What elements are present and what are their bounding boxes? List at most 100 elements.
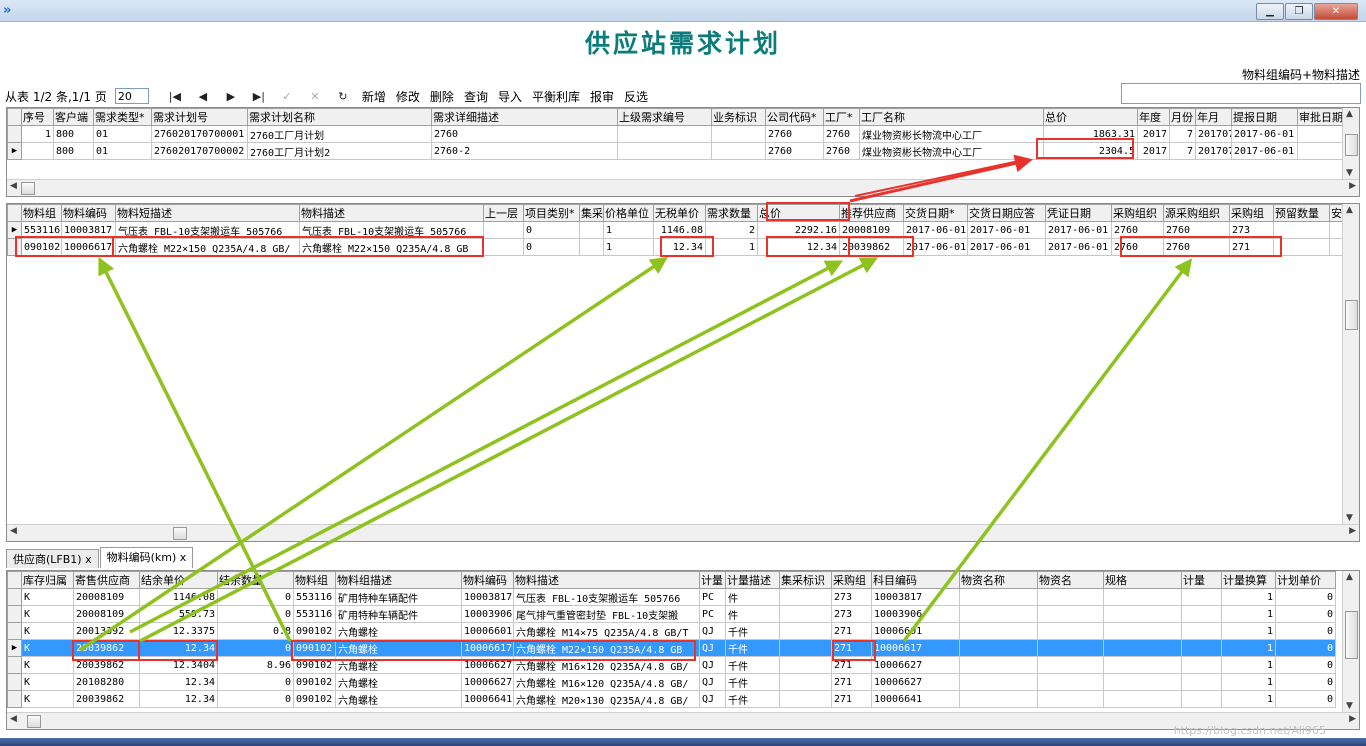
table-cell[interactable]: 1 [603,238,654,256]
table-cell[interactable]: 0.8 [217,622,294,640]
table-cell[interactable]: 8.96 [217,656,294,674]
table-cell[interactable]: 件 [725,605,780,623]
column-header[interactable]: 需求数量 [705,204,758,222]
table-cell[interactable]: 千件 [725,690,780,708]
table-cell[interactable]: 六角螺栓 [335,690,462,708]
table-cell[interactable]: 六角螺栓 M22×150 Q235A/4.8 GB [513,639,700,657]
row-selector[interactable]: ▶ [7,639,22,657]
column-header[interactable]: 结余数量 [217,571,294,589]
table-cell[interactable] [1103,605,1182,623]
table-cell[interactable]: 2017-06-01 [967,238,1046,256]
table-cell[interactable]: 1 [603,221,654,239]
table-cell[interactable]: 12.34 [653,238,706,256]
table-cell[interactable] [1181,690,1222,708]
table-cell[interactable]: 20008109 [839,221,904,239]
table-cell[interactable]: 2017-06-01 [1231,125,1298,143]
table-row[interactable]: K 20108280 12.34 0 090102 六角螺栓 10006627 六角螺栓 M1… [7,673,1336,691]
table-cell[interactable] [579,238,604,256]
table-row[interactable]: ▶ 553116 10003817 气压表 FBL-10支架搬运车 505766 气压表… [7,221,1348,239]
table-cell[interactable]: 12.34 [139,639,218,657]
table-cell[interactable]: 2760 [431,125,618,143]
column-header[interactable]: 客户端 [53,108,94,126]
table-cell[interactable]: 276020170700002 [151,142,248,160]
table-cell[interactable]: 六角螺栓 [335,622,462,640]
horizontal-scrollbar[interactable]: ◀ ▶ [7,524,1359,541]
table-cell[interactable]: 件 [725,588,780,606]
table-cell[interactable]: 1 [1221,673,1276,691]
table-cell[interactable] [779,656,832,674]
cancel-icon[interactable]: ✕ [301,90,329,103]
refresh-icon[interactable]: ↻ [329,90,357,103]
table-cell[interactable]: 20013392 [73,622,140,640]
table-cell[interactable]: 2017 [1137,142,1170,160]
table-cell[interactable]: 2760-2 [431,142,618,160]
column-header[interactable]: 源采购组织 [1163,204,1230,222]
column-header[interactable]: 结余单价 [139,571,218,589]
table-cell[interactable]: 六角螺栓 [335,673,462,691]
table-cell[interactable]: 六角螺栓 [335,639,462,657]
column-header[interactable]: 无税单价 [653,204,706,222]
table-cell[interactable] [1181,656,1222,674]
column-header[interactable]: 库存归属 [21,571,74,589]
table-row[interactable]: K 20039862 12.3404 8.96 090102 六角螺栓 10006627 六角… [7,656,1336,674]
table-cell[interactable] [483,221,524,239]
table-cell[interactable]: 273 [1229,221,1274,239]
table-cell[interactable]: 20008109 [73,605,140,623]
table-cell[interactable]: 0 [1275,656,1336,674]
table-cell[interactable]: 271 [831,622,872,640]
table-cell[interactable] [1181,588,1222,606]
table-cell[interactable]: 12.3404 [139,656,218,674]
table-cell[interactable] [959,605,1038,623]
table-cell[interactable] [1103,690,1182,708]
table-cell[interactable]: QJ [699,656,726,674]
table-cell[interactable]: 20039862 [73,639,140,657]
column-header[interactable]: 物料组描述 [335,571,462,589]
close-button[interactable]: ✕ [1314,3,1358,20]
table-cell[interactable]: 20039862 [839,238,904,256]
vertical-scrollbar[interactable]: ▲ ▼ [1342,204,1359,524]
horizontal-scrollbar[interactable]: ◀ ▶ [7,179,1359,196]
table-cell[interactable]: 553116 [293,588,336,606]
table-cell[interactable]: 2760 [823,125,860,143]
table-cell[interactable]: 01 [93,125,152,143]
table-cell[interactable]: 2 [705,221,758,239]
table-cell[interactable]: K [21,605,74,623]
column-header[interactable]: 凭证日期 [1045,204,1112,222]
table-cell[interactable]: 1146.08 [653,221,706,239]
column-header[interactable]: 上一层 [483,204,524,222]
table-cell[interactable]: 10006627 [461,673,514,691]
table-row[interactable]: 090102 10006617 六角螺栓 M22×150 Q235A/4.8 GB/… [7,238,1348,256]
table-cell[interactable]: 201707 [1195,142,1232,160]
table-cell[interactable]: 273 [831,588,872,606]
column-header[interactable]: 物料组 [293,571,336,589]
table-cell[interactable] [779,622,832,640]
table-cell[interactable] [1037,673,1104,691]
table-cell[interactable]: 2760工厂月计划2 [247,142,432,160]
column-header[interactable]: 业务标识 [711,108,766,126]
column-header[interactable]: 物资名 [1037,571,1104,589]
table-cell[interactable]: K [21,690,74,708]
table-cell[interactable]: 1 [1221,690,1276,708]
table-cell[interactable]: 煤业物资彬长物流中心工厂 [859,125,1044,143]
table-cell[interactable] [1103,622,1182,640]
table-cell[interactable] [1037,639,1104,657]
table-cell[interactable] [21,142,54,160]
column-header[interactable]: 物料短描述 [115,204,300,222]
table-cell[interactable]: 10006601 [871,622,960,640]
table-cell[interactable]: 01 [93,142,152,160]
table-cell[interactable]: 10003906 [461,605,514,623]
toolbar-button-1[interactable]: 修改 [396,88,420,105]
table-cell[interactable]: 090102 [21,238,62,256]
table-cell[interactable] [1037,605,1104,623]
column-header[interactable]: 规格 [1103,571,1182,589]
table-cell[interactable]: 2017-06-01 [903,221,968,239]
table-cell[interactable]: 2017-06-01 [967,221,1046,239]
confirm-icon[interactable]: ✓ [273,90,301,103]
minimize-button[interactable]: ▁ [1256,3,1284,20]
table-cell[interactable]: 2760 [765,142,824,160]
table-cell[interactable]: 气压表 FBL-10支架搬运车 505766 [513,588,700,606]
row-selector[interactable] [7,622,22,640]
table-cell[interactable]: 2760 [1111,238,1164,256]
table-cell[interactable] [779,605,832,623]
column-header[interactable]: 科目编码 [871,571,960,589]
